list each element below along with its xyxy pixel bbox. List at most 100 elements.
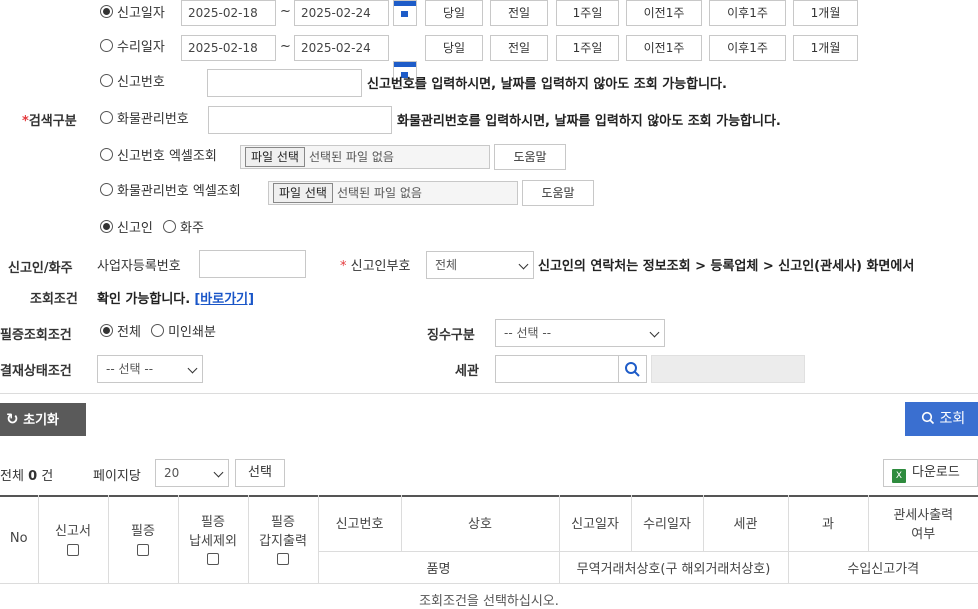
chevron-down-icon <box>518 259 529 270</box>
cargo-excel-help-button[interactable]: 도움말 <box>522 180 594 206</box>
cargo-excel-radio[interactable]: 화물관리번호 엑셀조회 <box>100 183 241 201</box>
radio-unchecked[interactable] <box>100 74 113 87</box>
quick-1month-button[interactable]: 1개월 <box>793 0 858 26</box>
col-import-price: 수입신고가격 <box>788 551 978 584</box>
quick-prev-week-button[interactable]: 이전1주 <box>626 0 702 26</box>
declarant-code-select[interactable]: 전체 <box>426 251 534 279</box>
radio-checked[interactable] <box>100 324 113 337</box>
chevron-down-icon <box>187 363 198 374</box>
col-accept-date: 수리일자 <box>631 495 704 552</box>
radio-unchecked[interactable] <box>100 39 113 52</box>
cert-all-radio[interactable]: 전체 <box>100 324 141 340</box>
search-icon <box>921 411 935 425</box>
results-table: No 신고서 필증 필증 납세제외 필증 갑지출력 신고번호 상호 신고일자 수리일… <box>0 495 978 584</box>
declarant-label-2: 조회조건 <box>30 292 78 307</box>
file-status: 선택된 파일 없음 <box>308 150 394 164</box>
quick-yesterday-button[interactable]: 전일 <box>490 0 548 26</box>
owner-radio[interactable]: 화주 <box>163 220 204 236</box>
report-no-notice: 신고번호를 입력하시면, 날짜를 입력하지 않아도 조회 가능합니다. <box>367 77 727 92</box>
refresh-icon: ↻ <box>6 410 19 428</box>
excel-icon: X <box>892 469 906 483</box>
radio-unchecked[interactable] <box>151 324 165 337</box>
accept-date-radio[interactable]: 수리일자 <box>100 39 165 57</box>
report-excel-file-field[interactable]: 파일 선택 선택된 파일 없음 <box>240 145 490 169</box>
cargo-no-input[interactable] <box>208 106 392 134</box>
cargo-no-notice: 화물관리번호를 입력하시면, 날짜를 입력하지 않아도 조회 가능합니다. <box>397 114 781 129</box>
col-cert-tax-excl: 필증 납세제외 <box>178 495 249 584</box>
cert-label: 필증조회조건 <box>0 328 72 343</box>
col-broker-print: 관세사출력 여부 <box>868 495 978 552</box>
customs-input[interactable] <box>495 355 619 383</box>
file-status: 선택된 파일 없음 <box>336 186 422 200</box>
cargo-excel-file-field[interactable]: 파일 선택 선택된 파일 없음 <box>268 181 518 205</box>
date-range-tilde: ~ <box>280 39 291 54</box>
checkbox[interactable] <box>137 544 149 557</box>
col-cert-print: 필증 갑지출력 <box>248 495 319 584</box>
report-no-input[interactable] <box>207 69 362 97</box>
declarant-notice: 신고인의 연락처는 정보조회 > 등록업체 > 신고인(관세사) 화면에서 <box>538 259 915 274</box>
chevron-down-icon <box>213 467 224 478</box>
quick-today-button[interactable]: 당일 <box>425 35 483 61</box>
quick-1month-button[interactable]: 1개월 <box>793 35 858 61</box>
file-select-button[interactable]: 파일 선택 <box>245 147 305 167</box>
accept-date-from-input[interactable]: 2025-02-18 <box>181 35 276 61</box>
col-cert: 필증 <box>108 495 179 584</box>
col-report-no: 신고번호 <box>318 495 402 552</box>
bizno-input[interactable] <box>199 250 306 278</box>
total-count: 전체 0 건 <box>0 469 54 484</box>
report-excel-help-button[interactable]: 도움말 <box>494 144 566 170</box>
quick-prev-week-button[interactable]: 이전1주 <box>626 35 702 61</box>
radio-unchecked[interactable] <box>163 220 177 233</box>
download-button[interactable]: X 다운로드 <box>883 459 978 487</box>
report-date-from-input[interactable]: 2025-02-18 <box>181 0 276 26</box>
radio-unchecked[interactable] <box>100 148 113 161</box>
search-icon <box>625 362 640 377</box>
declarant-radio[interactable]: 신고인 <box>100 220 153 236</box>
report-date-to-input[interactable]: 2025-02-24 <box>294 0 389 26</box>
cert-unprinted-radio[interactable]: 미인쇄분 <box>151 324 216 340</box>
quick-1week-button[interactable]: 1주일 <box>556 35 619 61</box>
col-report-date: 신고일자 <box>559 495 632 552</box>
quick-next-week-button[interactable]: 이후1주 <box>709 0 786 26</box>
per-page-select[interactable]: 20 <box>155 459 229 487</box>
approval-select[interactable]: -- 선택 -- <box>97 355 203 383</box>
search-type-label: *검색구분 <box>22 114 77 129</box>
report-date-radio[interactable]: 신고일자 <box>100 5 165 23</box>
reset-button[interactable]: ↻ 초기화 <box>0 403 86 436</box>
customs-search-button[interactable] <box>619 355 647 383</box>
col-company: 상호 <box>401 495 560 552</box>
cert-radios: 전체 미인쇄분 <box>100 324 216 342</box>
collection-label: 징수구분 <box>427 328 475 343</box>
customs-name-display <box>651 355 805 383</box>
shortcut-link[interactable]: [바로가기] <box>194 292 254 307</box>
collection-select[interactable]: -- 선택 -- <box>495 319 665 347</box>
declarant-notice-2: 확인 가능합니다. [바로가기] <box>97 292 255 307</box>
checkbox[interactable] <box>67 544 79 557</box>
col-report-doc: 신고서 <box>38 495 109 584</box>
per-page-select-button[interactable]: 선택 <box>235 459 285 487</box>
declarant-type-radios: 신고인 화주 <box>100 220 204 238</box>
checkbox[interactable] <box>277 553 289 566</box>
calendar-icon[interactable] <box>393 0 417 26</box>
quick-next-week-button[interactable]: 이후1주 <box>709 35 786 61</box>
date-range-tilde: ~ <box>280 4 291 19</box>
quick-1week-button[interactable]: 1주일 <box>556 0 619 26</box>
report-excel-radio[interactable]: 신고번호 엑셀조회 <box>100 148 217 166</box>
customs-label: 세관 <box>455 364 479 379</box>
file-select-button[interactable]: 파일 선택 <box>273 183 333 203</box>
accept-date-to-input[interactable]: 2025-02-24 <box>294 35 389 61</box>
quick-yesterday-button[interactable]: 전일 <box>490 35 548 61</box>
radio-checked[interactable] <box>100 5 113 18</box>
checkbox[interactable] <box>207 553 219 566</box>
cargo-no-radio[interactable]: 화물관리번호 <box>100 111 189 129</box>
per-page-label: 페이지당 <box>93 469 141 484</box>
bizno-label: 사업자등록번호 <box>97 259 181 274</box>
empty-message: 조회조건을 선택하십시오. <box>419 594 559 609</box>
radio-unchecked[interactable] <box>100 183 113 196</box>
search-button[interactable]: 조회 <box>905 402 978 436</box>
report-no-radio[interactable]: 신고번호 <box>100 74 165 92</box>
radio-unchecked[interactable] <box>100 111 113 124</box>
quick-today-button[interactable]: 당일 <box>425 0 483 26</box>
declarant-code-label: * 신고인부호 <box>340 259 411 274</box>
radio-checked[interactable] <box>100 220 113 233</box>
